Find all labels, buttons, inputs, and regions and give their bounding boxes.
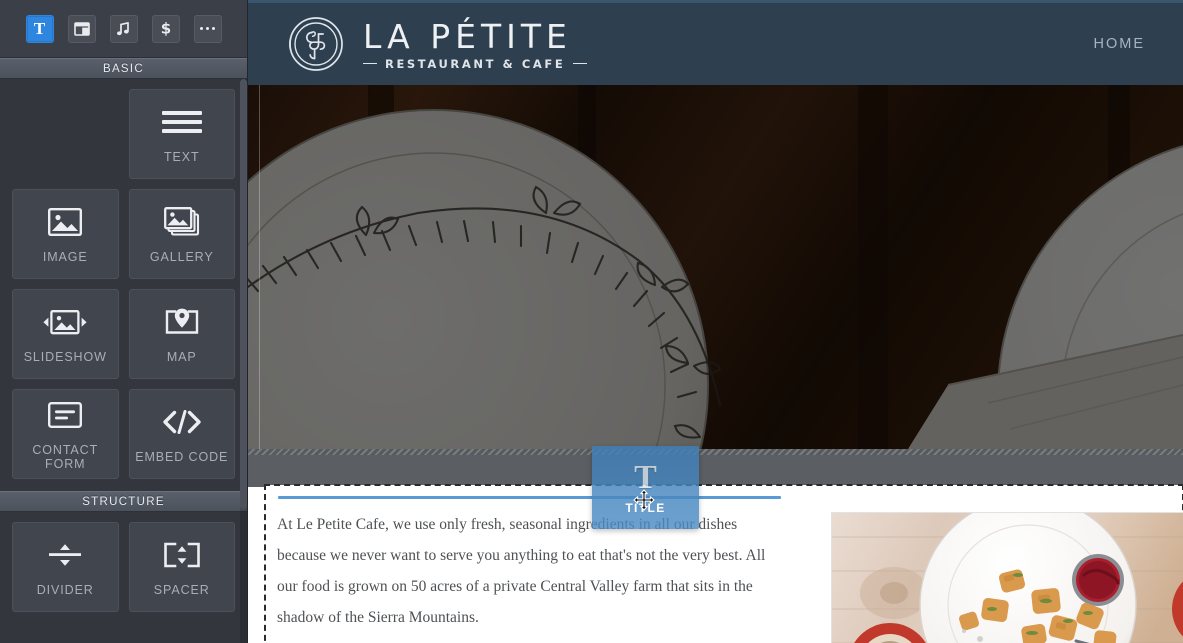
element-tile-label: DIVIDER <box>36 583 94 597</box>
food-photo <box>832 513 1183 643</box>
empty-slot <box>12 89 119 179</box>
logo-subtitle: RESTAURANT & CAFE <box>363 56 588 71</box>
element-tile-divider[interactable]: DIVIDER <box>12 522 119 612</box>
site-logo[interactable]: LA PÉTITE RESTAURANT & CAFE <box>283 12 588 76</box>
builder-window: T $ BASIC TEXT IMAGE GALLERY SLIDESHOW M… <box>0 0 1183 643</box>
body-paragraph[interactable]: At Le Petite Cafe, we use only fresh, se… <box>277 509 787 633</box>
hero-section[interactable] <box>248 85 1183 449</box>
sidebar-scrollbar[interactable] <box>240 79 247 643</box>
text-elements-tab[interactable]: T <box>25 14 54 43</box>
elements-sidebar: T $ BASIC TEXT IMAGE GALLERY SLIDESHOW M… <box>0 0 248 643</box>
sidebar-scrollbar-thumb[interactable] <box>240 79 247 509</box>
sidebar-category-toolbar: T $ <box>0 0 247 58</box>
basic-tile-grid: TEXT IMAGE GALLERY SLIDESHOW MAP CONTACT… <box>0 79 247 491</box>
text-lines-icon <box>161 104 202 140</box>
code-brackets-icon <box>162 404 202 440</box>
element-tile-map[interactable]: MAP <box>128 289 235 379</box>
section-header-basic: BASIC <box>0 58 247 79</box>
spacer-icon <box>163 537 201 573</box>
logo-dash-left <box>363 62 377 65</box>
dollar-sign-icon: $ <box>159 20 173 37</box>
logo-text: LA PÉTITE RESTAURANT & CAFE <box>363 16 588 71</box>
more-elements-tab[interactable] <box>193 14 222 43</box>
divider-icon <box>48 537 82 573</box>
content-image[interactable] <box>831 512 1183 643</box>
layout-guide-line <box>259 85 260 449</box>
svg-text:$: $ <box>160 20 170 37</box>
element-tile-slideshow[interactable]: SLIDESHOW <box>12 289 119 379</box>
gallery-stack-icon <box>163 204 200 240</box>
map-pin-icon <box>165 304 199 340</box>
element-tile-label: IMAGE <box>42 250 88 264</box>
gap-hatch-stripe <box>248 449 1183 455</box>
logo-title: LA PÉTITE <box>363 16 572 56</box>
site-header: LA PÉTITE RESTAURANT & CAFE HOME <box>248 3 1183 85</box>
element-tile-embed-code[interactable]: EMBED CODE <box>128 389 235 479</box>
text-T-icon: T <box>33 19 46 38</box>
text-content-block[interactable]: At Le Petite Cafe, we use only fresh, se… <box>264 484 1183 643</box>
section-header-structure: STRUCTURE <box>0 491 247 512</box>
drop-position-indicator <box>278 496 781 499</box>
element-tile-spacer[interactable]: SPACER <box>128 522 235 612</box>
element-tile-image[interactable]: IMAGE <box>12 189 119 279</box>
element-tile-label: GALLERY <box>149 250 214 264</box>
nav-link-home[interactable]: HOME <box>1066 28 1174 60</box>
element-tile-contact-form[interactable]: CONTACT FORM <box>12 389 119 479</box>
element-tile-label: MAP <box>166 350 197 364</box>
contact-form-icon <box>48 397 83 433</box>
media-elements-tab[interactable] <box>109 14 138 43</box>
music-note-icon <box>116 21 131 37</box>
hero-overlay <box>248 85 1183 449</box>
ellipsis-icon <box>199 26 216 31</box>
layout-elements-tab[interactable] <box>67 14 96 43</box>
commerce-elements-tab[interactable]: $ <box>151 14 180 43</box>
element-tile-text[interactable]: TEXT <box>128 89 235 179</box>
image-icon <box>48 204 83 240</box>
element-tile-gallery[interactable]: GALLERY <box>128 189 235 279</box>
element-tile-label: EMBED CODE <box>135 450 229 464</box>
element-tile-label: CONTACT FORM <box>32 443 99 471</box>
section-gap-band <box>248 449 1183 487</box>
logo-subtitle-text: RESTAURANT & CAFE <box>385 56 566 71</box>
slideshow-arrows-icon <box>42 304 88 340</box>
element-tile-label: SPACER <box>153 583 210 597</box>
site-preview-canvas: LA PÉTITE RESTAURANT & CAFE HOME At Le P… <box>248 0 1183 643</box>
plate-fork-monogram-icon <box>283 12 347 76</box>
layout-grid-icon <box>73 21 90 37</box>
structure-tile-grid: DIVIDER SPACER <box>0 512 247 624</box>
site-nav: HOME <box>1066 3 1183 85</box>
logo-dash-right <box>573 62 588 65</box>
element-tile-label: TEXT <box>163 150 200 164</box>
element-tile-label: SLIDESHOW <box>23 350 107 364</box>
